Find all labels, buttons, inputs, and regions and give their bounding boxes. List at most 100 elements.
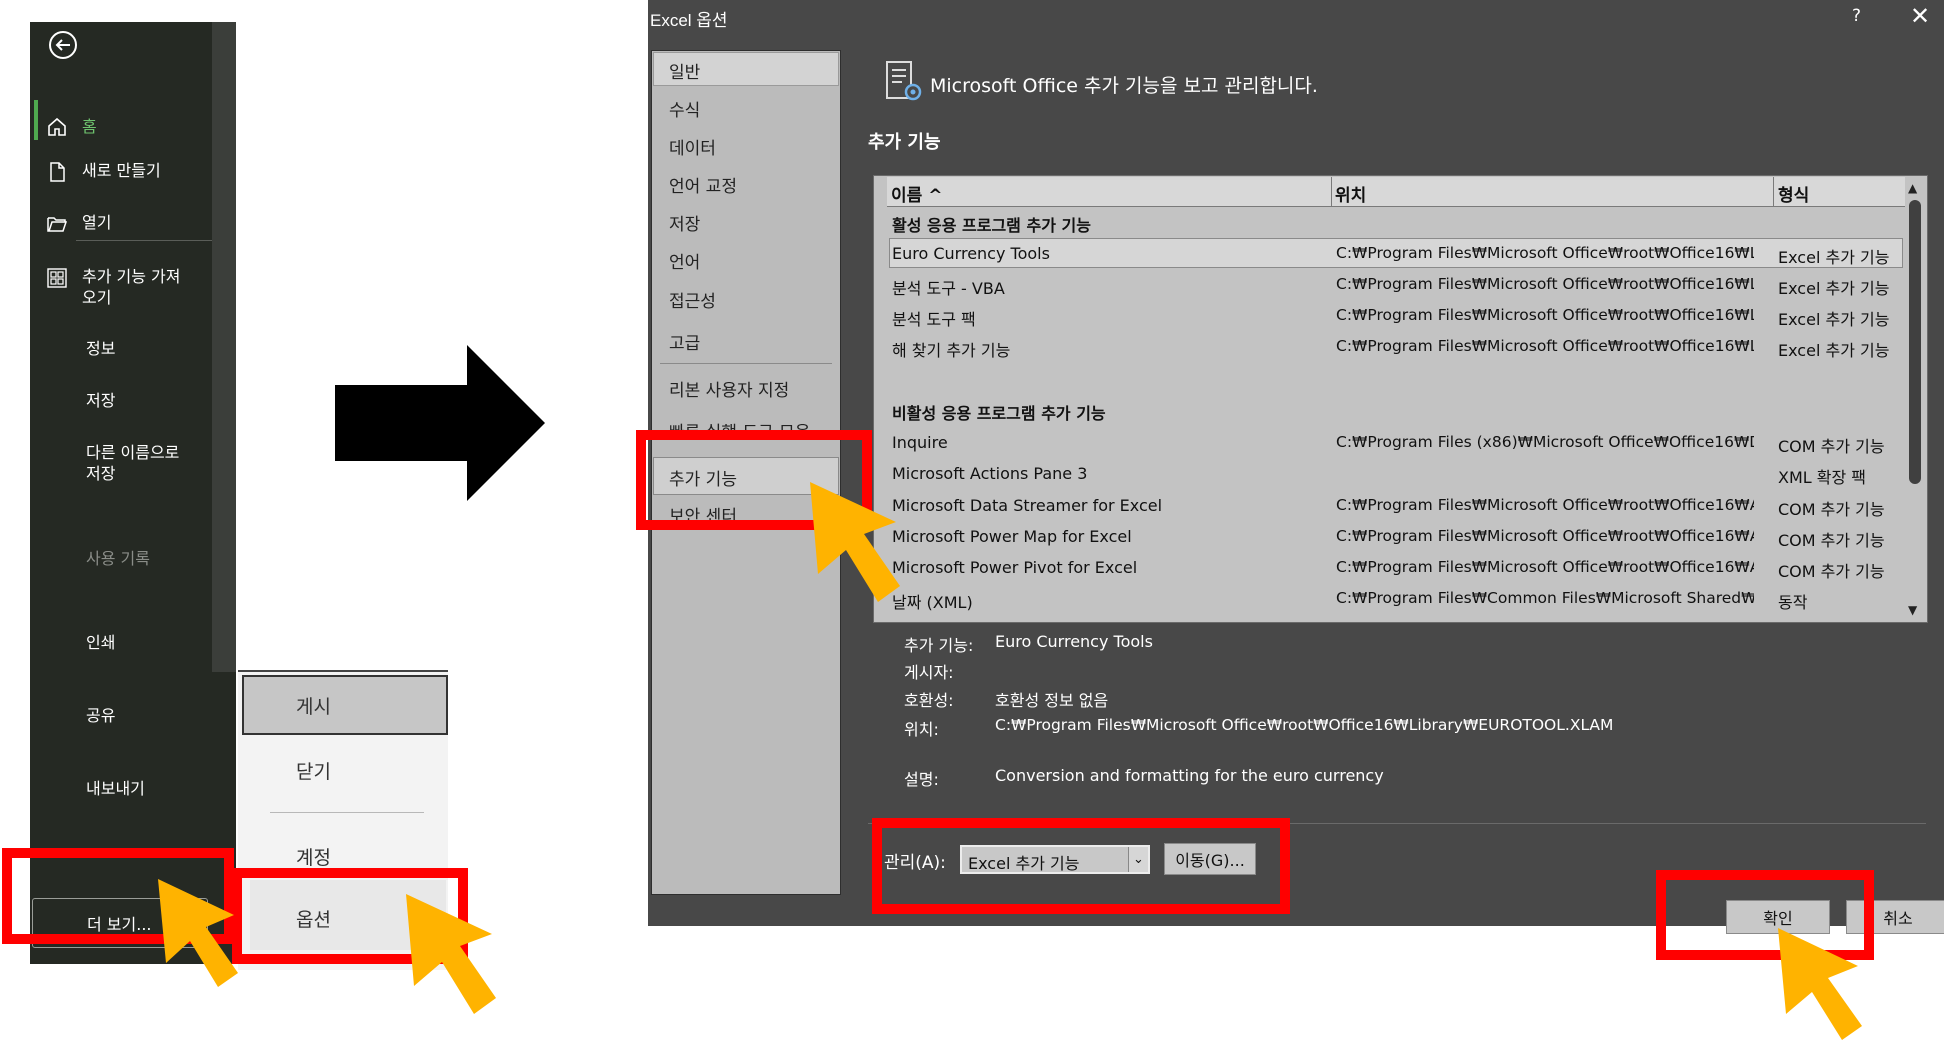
backstage-panel: 홈 새로 만들기 열기 추가 기능 가져 오기 정보 저장 다른 이름으로 저장…	[30, 22, 236, 964]
backstage-scroll-strip	[212, 22, 236, 672]
table-row[interactable]: Microsoft Power Pivot for Excel C:₩Progra…	[892, 554, 1902, 584]
column-divider	[1331, 177, 1332, 207]
column-header-location[interactable]: 위치	[1335, 181, 1366, 206]
highlight-manage-go	[872, 818, 1290, 914]
dialog-header-text: Microsoft Office 추가 기능을 보고 관리합니다.	[930, 75, 1318, 97]
column-header-name[interactable]: 이름 ^	[891, 181, 942, 206]
nav-item-proofing[interactable]: 언어 교정	[669, 172, 737, 197]
backstage-item-print[interactable]: 인쇄	[30, 632, 212, 653]
nav-item-general[interactable]: 일반	[669, 58, 700, 83]
home-icon	[30, 115, 70, 138]
backstage-item-home[interactable]: 홈	[30, 108, 212, 144]
backstage-item-label: 추가 기능 가져 오기	[82, 267, 181, 307]
group-header-active: 활성 응용 프로그램 추가 기능	[892, 216, 1091, 235]
backstage-item-label: 공유	[86, 706, 116, 725]
row-name: Microsoft Actions Pane 3	[892, 464, 1088, 483]
backstage-item-label: 홈	[82, 116, 97, 136]
backstage-item-label: 사용 기록	[86, 549, 150, 568]
nav-item-save[interactable]: 저장	[669, 210, 700, 235]
row-name: Microsoft Data Streamer for Excel	[892, 496, 1163, 515]
help-button[interactable]: ?	[1852, 6, 1861, 26]
column-header-type[interactable]: 형식	[1778, 181, 1809, 206]
row-type: Excel 추가 기능	[1778, 279, 1890, 298]
table-row[interactable]: Microsoft Power Map for Excel C:₩Program …	[892, 523, 1902, 553]
nav-item-formulas[interactable]: 수식	[669, 96, 700, 121]
row-type: Excel 추가 기능	[1778, 310, 1890, 329]
row-location: C:₩Program Files (x86)₩Microsoft Office₩…	[1336, 433, 1754, 451]
table-row[interactable]: Microsoft Actions Pane 3 XML 확장 팩	[892, 460, 1902, 490]
backstage-item-label: 인쇄	[86, 633, 116, 652]
nav-item-language[interactable]: 언어	[669, 248, 700, 273]
row-name: 분석 도구 팩	[892, 310, 976, 329]
row-type: Excel 추가 기능	[1778, 341, 1890, 360]
open-folder-icon	[30, 212, 70, 235]
addins-grid-icon	[30, 266, 70, 289]
backstage-item-export[interactable]: 내보내기	[30, 778, 212, 799]
backstage-item-info[interactable]: 정보	[30, 338, 212, 359]
table-row[interactable]: Inquire C:₩Program Files (x86)₩Microsoft …	[892, 429, 1902, 459]
backstage-item-label: 새로 만들기	[82, 161, 161, 180]
nav-item-advanced[interactable]: 고급	[669, 329, 700, 354]
tutorial-screenshot: { "backstage": { "items": [ {"label": "홈…	[0, 0, 1944, 1047]
section-title: 추가 기능	[868, 132, 941, 153]
row-type: COM 추가 기능	[1778, 500, 1885, 519]
detail-compat-label: 호환성:	[904, 691, 954, 710]
scroll-down-icon[interactable]: ▼	[1908, 603, 1917, 617]
row-location: C:₩Program Files₩Microsoft Office₩root₩O…	[1336, 306, 1754, 324]
row-location: C:₩Program Files₩Common Files₩Microsoft …	[1336, 589, 1754, 607]
nav-item-accessibility[interactable]: 접근성	[669, 287, 716, 312]
table-row[interactable]: 해 찾기 추가 기능 C:₩Program Files₩Microsoft Off…	[892, 333, 1902, 363]
cursor-arrow-icon	[154, 875, 244, 999]
scrollbar-thumb[interactable]	[1909, 200, 1921, 484]
detail-location-value: C:₩Program Files₩Microsoft Office₩root₩O…	[995, 716, 1614, 734]
backstage-item-get-addins[interactable]: 추가 기능 가져 오기	[30, 266, 212, 308]
backstage-item-label: 저장	[86, 391, 116, 410]
table-row[interactable]: Euro Currency Tools C:₩Program Files₩Micr…	[892, 240, 1902, 270]
row-type: 동작	[1778, 593, 1808, 612]
cursor-arrow-icon	[806, 478, 906, 612]
back-arrow-icon[interactable]	[48, 30, 78, 64]
menu-divider	[270, 812, 424, 813]
backstage-item-label: 열기	[82, 213, 112, 232]
scroll-up-icon[interactable]: ▲	[1908, 181, 1917, 195]
detail-addin-value: Euro Currency Tools	[995, 632, 1153, 651]
menu-item-close[interactable]: 닫기	[296, 757, 331, 784]
nav-divider	[660, 363, 832, 364]
row-name: 해 찾기 추가 기능	[892, 341, 1011, 360]
table-row[interactable]: 분석 도구 팩 C:₩Program Files₩Microsoft Office…	[892, 302, 1902, 332]
table-row[interactable]: 분석 도구 - VBA C:₩Program Files₩Microsoft Of…	[892, 271, 1902, 301]
group-header-inactive: 비활성 응용 프로그램 추가 기능	[892, 404, 1106, 423]
detail-desc-value: Conversion and formatting for the euro c…	[995, 766, 1384, 785]
row-name: Inquire	[892, 433, 948, 452]
row-location: C:₩Program Files₩Microsoft Office₩root₩O…	[1336, 558, 1754, 576]
nav-item-customize-ribbon[interactable]: 리본 사용자 지정	[669, 376, 789, 401]
row-type: COM 추가 기능	[1778, 531, 1885, 550]
row-name: Microsoft Power Pivot for Excel	[892, 558, 1138, 577]
menu-item-account[interactable]: 계정	[296, 843, 331, 870]
backstage-item-share[interactable]: 공유	[30, 705, 212, 726]
cursor-arrow-icon	[402, 890, 502, 1024]
row-location: C:₩Program Files₩Microsoft Office₩root₩O…	[1336, 337, 1754, 355]
backstage-item-history[interactable]: 사용 기록	[30, 548, 212, 569]
nav-item-data[interactable]: 데이터	[669, 134, 716, 159]
row-type: XML 확장 팩	[1778, 468, 1867, 487]
backstage-item-new[interactable]: 새로 만들기	[30, 160, 212, 183]
row-location: C:₩Program Files₩Microsoft Office₩root₩O…	[1336, 527, 1754, 545]
row-name: Microsoft Power Map for Excel	[892, 527, 1132, 546]
table-row[interactable]: Microsoft Data Streamer for Excel C:₩Prog…	[892, 492, 1902, 522]
dialog-title: Excel 옵션	[650, 11, 728, 30]
detail-location-label: 위치:	[904, 720, 939, 739]
backstage-item-save-as[interactable]: 다른 이름으로 저장	[30, 442, 212, 484]
list-header	[887, 177, 1907, 207]
row-name: Euro Currency Tools	[892, 244, 1050, 263]
backstage-item-label: 내보내기	[86, 779, 145, 798]
backstage-item-open[interactable]: 열기	[30, 212, 212, 235]
table-row[interactable]: 날짜 (XML) C:₩Program Files₩Common Files₩Mi…	[892, 585, 1902, 615]
detail-compat-value: 호환성 정보 없음	[995, 691, 1109, 710]
row-type: Excel 추가 기능	[1778, 248, 1890, 267]
row-location: C:₩Program Files₩Microsoft Office₩root₩O…	[1336, 496, 1754, 514]
column-divider	[1773, 177, 1774, 207]
menu-item-publish[interactable]: 게시	[242, 675, 448, 735]
backstage-item-save[interactable]: 저장	[30, 390, 212, 411]
close-button[interactable]: ✕	[1910, 2, 1930, 30]
